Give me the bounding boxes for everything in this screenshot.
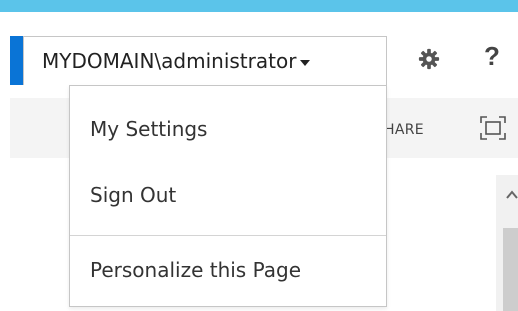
top-accent-strip [0, 0, 518, 12]
scrollbar-thumb[interactable] [503, 228, 518, 311]
gear-icon[interactable] [418, 48, 440, 70]
caret-down-icon [300, 60, 311, 66]
focus-on-content-icon[interactable] [480, 116, 506, 140]
user-menu-accent [10, 36, 23, 85]
menu-item-my-settings[interactable]: My Settings [90, 117, 207, 141]
user-menu-button[interactable]: MYDOMAIN\administrator [23, 36, 387, 85]
user-name-label: MYDOMAIN\administrator [42, 49, 297, 73]
scroll-up-arrow-icon[interactable] [504, 188, 518, 202]
menu-divider [70, 235, 386, 236]
menu-item-sign-out[interactable]: Sign Out [90, 183, 176, 207]
menu-item-personalize-page[interactable]: Personalize this Page [90, 258, 301, 282]
share-button[interactable]: HARE [384, 122, 424, 138]
user-menu-dropdown: My Settings Sign Out Personalize this Pa… [69, 85, 387, 307]
help-icon[interactable]: ? [484, 41, 500, 72]
